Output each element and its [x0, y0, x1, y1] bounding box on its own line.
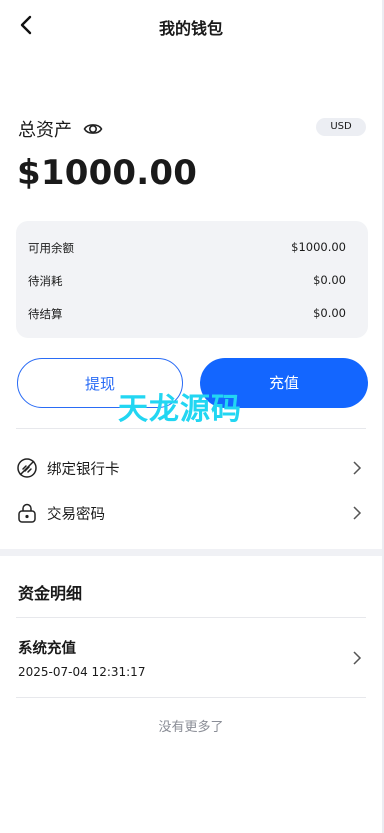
page-title: 我的钱包 [158, 19, 223, 38]
balance-value: $0.00 [313, 273, 346, 287]
eye-icon[interactable] [83, 119, 103, 139]
withdraw-button[interactable]: 提现 [17, 358, 183, 408]
menu-item-bind-bank-card[interactable]: 绑定银行卡 [16, 446, 366, 490]
divider [16, 697, 366, 698]
lock-icon [18, 503, 36, 523]
chevron-right-icon [353, 461, 362, 475]
top-bar: 我的钱包 [0, 0, 382, 50]
balance-row-pending-consume: 待消耗 $0.00 [28, 273, 346, 289]
balance-value: $0.00 [313, 306, 346, 320]
balance-card: 可用余额 $1000.00 待消耗 $0.00 待结算 $0.00 [16, 221, 368, 338]
fund-record-item[interactable]: 系统充值 2025-07-04 12:31:17 [16, 630, 366, 690]
divider [16, 428, 366, 429]
menu-item-label: 交易密码 [47, 507, 105, 523]
currency-badge[interactable]: USD [316, 118, 366, 136]
balance-value: $1000.00 [291, 240, 346, 254]
total-assets-amount: $1000.00 [17, 153, 198, 193]
balance-row-available: 可用余额 $1000.00 [28, 240, 346, 256]
section-separator [0, 549, 382, 556]
balance-label: 可用余额 [28, 241, 74, 255]
fund-record-type: 系统充值 [18, 641, 76, 657]
chevron-right-icon [353, 651, 362, 665]
total-assets-label: 总资产 [18, 120, 72, 141]
no-more-text: 没有更多了 [158, 720, 224, 735]
balance-label: 待结算 [28, 307, 63, 321]
bank-card-icon [17, 458, 37, 478]
menu-item-trade-password[interactable]: 交易密码 [16, 491, 366, 535]
fund-record-time: 2025-07-04 12:31:17 [18, 665, 146, 679]
divider [16, 617, 366, 618]
balance-row-pending-settle: 待结算 $0.00 [28, 306, 346, 322]
balance-label: 待消耗 [28, 274, 63, 288]
funds-section-title: 资金明细 [18, 584, 83, 603]
chevron-right-icon [353, 506, 362, 520]
wallet-page: 我的钱包 总资产 USD $1000.00 可用余额 $1000.00 待消耗 … [0, 0, 384, 833]
menu-item-label: 绑定银行卡 [47, 462, 120, 478]
recharge-button[interactable]: 充值 [200, 358, 368, 408]
total-assets-label-row: 总资产 [18, 116, 103, 142]
